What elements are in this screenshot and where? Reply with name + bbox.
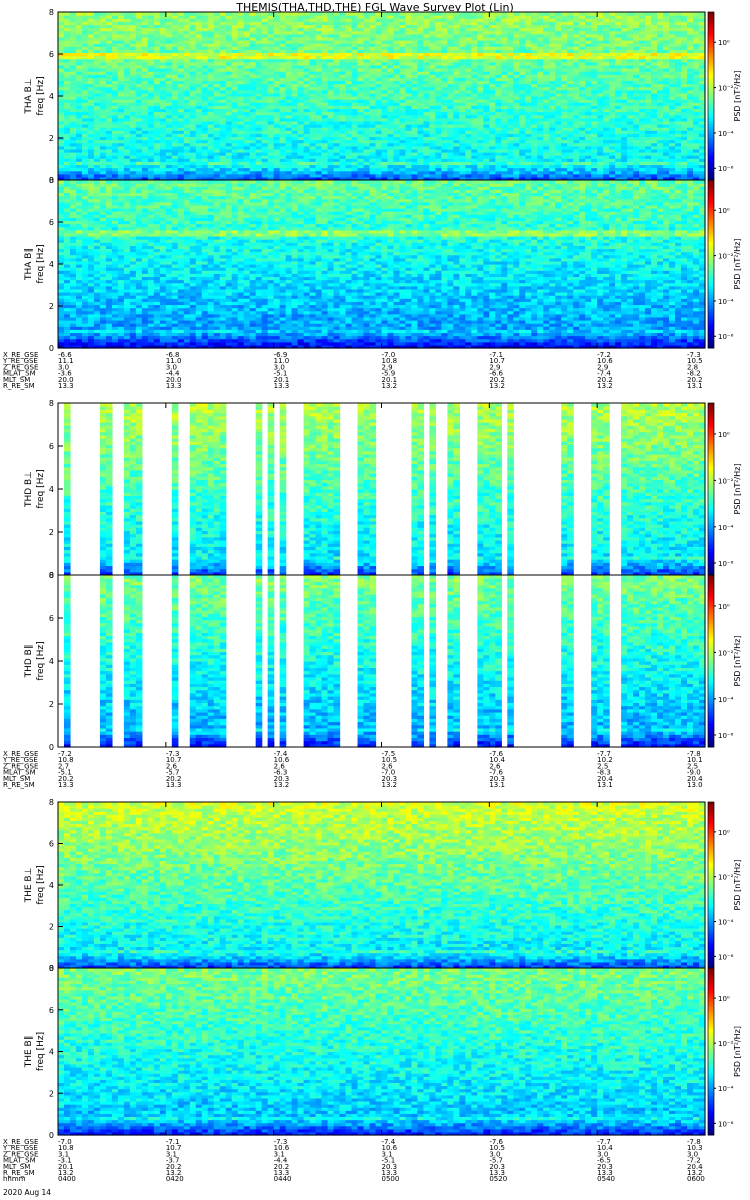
spectrogram-cell [88, 12, 95, 16]
spectrogram-cell [142, 12, 149, 16]
spectrogram-cell [64, 12, 71, 16]
spectrogram-cell [106, 12, 113, 16]
spectrogram-cell [112, 12, 119, 16]
spectrogram-cell [190, 12, 197, 16]
spectrogram-cell [238, 12, 245, 16]
spectrogram-cell [226, 12, 233, 16]
spectrogram-cell [220, 12, 227, 16]
spectrogram-cell [178, 12, 185, 16]
spectrogram-cell [166, 12, 173, 16]
spectrogram-cell [214, 12, 221, 16]
spectrogram-cell [148, 12, 155, 16]
spectrogram-cell [184, 12, 191, 16]
spectrogram-cell [58, 12, 65, 16]
spectrogram-cell [172, 12, 179, 16]
spectrogram-figure: 02468THA B⊥ freq [Hz]10⁰10⁻²10⁻⁴10⁻⁶PSD [… [0, 0, 750, 1200]
spectrogram-cell [130, 12, 137, 16]
spectrogram-cell [100, 12, 107, 16]
spectrogram-cell [154, 12, 161, 16]
figure: THEMIS(THA,THD,THE) FGL Wave Survey Plot… [0, 0, 750, 1200]
spectrogram-cell [70, 12, 77, 16]
spectrogram-cell [244, 12, 251, 16]
spectrogram-cell [202, 12, 209, 16]
spectrogram-cell [232, 12, 239, 16]
spectrogram-cell [124, 12, 131, 16]
spectrogram-cell [118, 12, 125, 16]
spectrogram-cell [196, 12, 203, 16]
spectrogram-cell [82, 12, 89, 16]
spectrogram-cell [94, 12, 101, 16]
spectrogram-cell [136, 12, 143, 16]
spectrogram-cell [208, 12, 215, 16]
spectrogram-cell [76, 12, 83, 16]
